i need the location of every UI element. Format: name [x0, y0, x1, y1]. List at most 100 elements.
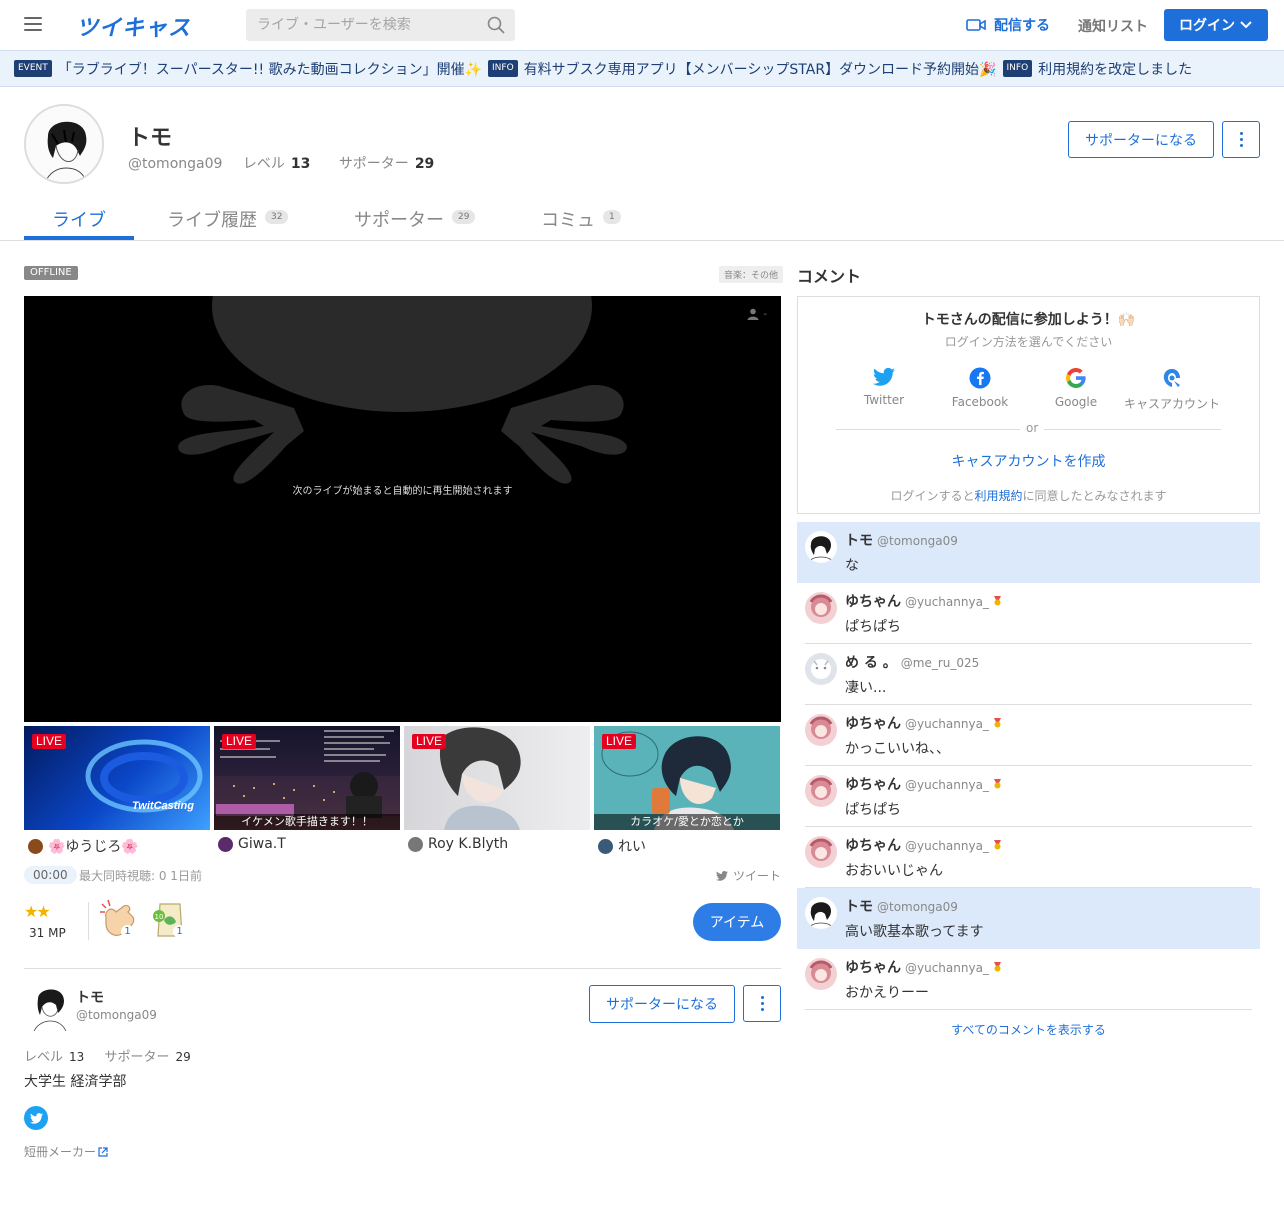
- comment-author[interactable]: ゆちゃん @yuchannya_: [845, 713, 1002, 733]
- person-icon: [747, 308, 759, 320]
- search-input[interactable]: [246, 9, 476, 41]
- top-header: ツイキャス 配信する 通知リスト ログイン: [0, 0, 1284, 50]
- comment-author-id: @yuchannya_: [905, 839, 989, 853]
- broadcast-button[interactable]: 配信する: [966, 15, 1050, 35]
- comment-author-name: ゆちゃん: [845, 960, 901, 976]
- comment-author-name: トモ: [845, 899, 873, 915]
- tab-live[interactable]: ライブ: [52, 196, 106, 241]
- comment-author[interactable]: ゆちゃん @yuchannya_: [845, 774, 1002, 794]
- avatar[interactable]: [805, 958, 837, 990]
- tab-supporters[interactable]: サポーター 29: [354, 196, 476, 241]
- twitcasting-watermark: TwitCasting: [132, 800, 194, 812]
- comment-text: ぱちぱち: [845, 619, 901, 635]
- profile-avatar[interactable]: [24, 104, 104, 184]
- thumbnail-user[interactable]: 🌸ゆうじろ🌸: [28, 836, 139, 856]
- site-logo[interactable]: ツイキャス: [76, 10, 191, 42]
- tanzaku-maker-link[interactable]: 短冊メーカー: [24, 1143, 108, 1160]
- comment-author-name: ゆちゃん: [845, 777, 901, 793]
- profile-meta: @tomonga09 レベル 13 サポーター 29: [128, 153, 458, 173]
- comments-heading: コメント: [797, 267, 862, 286]
- avatar[interactable]: [805, 836, 837, 868]
- comment-author[interactable]: トモ @tomonga09: [845, 896, 958, 916]
- more-options-button[interactable]: [743, 985, 781, 1022]
- tab-count: 29: [452, 210, 476, 224]
- section-divider: [24, 968, 781, 969]
- svg-text:10: 10: [155, 913, 164, 921]
- broadcast-label: 配信する: [994, 18, 1050, 34]
- bottom-profile-handle: @tomonga09: [76, 1008, 157, 1022]
- live-tag: LIVE: [602, 734, 637, 749]
- comment-text: おかえりーー: [845, 985, 929, 1001]
- ticker-item[interactable]: 有料サブスク専用アプリ【メンバーシップSTAR】ダウンロード予約開始🎉: [524, 59, 997, 79]
- sns-label: キャスアカウント: [1124, 397, 1221, 411]
- comment-author[interactable]: トモ @tomonga09: [845, 530, 958, 550]
- tab-count: 1: [603, 210, 621, 224]
- search-icon[interactable]: [487, 16, 505, 34]
- comment-author[interactable]: ゆちゃん @yuchannya_: [845, 591, 1002, 611]
- tweet-link[interactable]: ツイート: [716, 867, 781, 884]
- live-thumbnail[interactable]: LIVE: [404, 726, 590, 830]
- twitter-login-button[interactable]: Twitter: [836, 367, 932, 408]
- bottom-profile-name: トモ: [76, 990, 104, 1006]
- mp-value: 31 MP: [29, 926, 66, 940]
- comment-author-id: @yuchannya_: [905, 717, 989, 731]
- become-supporter-button[interactable]: サポーターになる: [1068, 121, 1214, 158]
- medal-icon: [993, 718, 1001, 728]
- divider: [805, 1009, 1252, 1010]
- tab-live-history[interactable]: ライブ履歴 32: [167, 196, 289, 241]
- ticker-item[interactable]: 利用規約を改定しました: [1038, 59, 1192, 79]
- comment-author-id: @me_ru_025: [900, 656, 980, 670]
- ticker-item[interactable]: 「ラブライブ！スーパースター!! 歌みた動画コレクション」開催✨: [58, 59, 482, 79]
- divider: [88, 902, 89, 940]
- item-count: 1: [173, 925, 186, 938]
- medal-icon: [993, 596, 1001, 606]
- thumbnail-user[interactable]: Giwa.T: [218, 836, 286, 852]
- clap-item[interactable]: 1: [98, 896, 138, 940]
- avatar[interactable]: [805, 897, 837, 929]
- level-value: 13: [69, 1050, 85, 1064]
- live-thumbnail[interactable]: LIVE イケメン歌手描きます！！: [214, 726, 400, 830]
- category-badge[interactable]: 音楽：その他: [719, 266, 784, 283]
- viewer-stats: 最大同時視聴: 0 1日前: [79, 869, 202, 883]
- live-tag: LIVE: [32, 734, 67, 749]
- offline-badge: OFFLINE: [24, 266, 78, 280]
- comment-item: ゆちゃん @yuchannya_ おおいいじゃん: [797, 827, 1260, 888]
- comment-item: トモ @tomonga09 高い歌基本歌ってます: [797, 888, 1260, 949]
- comment-author-id: @tomonga09: [877, 900, 958, 914]
- video-player[interactable]: - 次のライブが始まると自動的に再生開始されます: [24, 296, 781, 722]
- comment-author-name: トモ: [845, 533, 873, 549]
- create-account-link[interactable]: キャスアカウントを作成: [798, 451, 1259, 471]
- thumbnail-user[interactable]: れい: [598, 836, 646, 856]
- item-button[interactable]: アイテム: [693, 903, 781, 941]
- terms-link[interactable]: 利用規約: [974, 489, 1022, 503]
- menu-icon[interactable]: [24, 17, 42, 31]
- live-thumbnail[interactable]: LIVE TwitCasting: [24, 726, 210, 830]
- offline-mascot-silhouette: [178, 296, 627, 484]
- comment-author[interactable]: ゆちゃん @yuchannya_: [845, 835, 1002, 855]
- avatar[interactable]: [805, 653, 837, 685]
- notification-list-link[interactable]: 通知リスト: [1078, 16, 1148, 36]
- login-button[interactable]: ログイン: [1164, 9, 1268, 41]
- avatar[interactable]: [805, 531, 837, 563]
- more-options-button[interactable]: [1222, 121, 1260, 158]
- tab-community[interactable]: コミュ 1: [541, 196, 621, 241]
- comment-item: ゆちゃん @yuchannya_ おかえりーー: [797, 949, 1260, 1010]
- facebook-login-button[interactable]: Facebook: [932, 367, 1028, 410]
- tea-item[interactable]: 10 1: [150, 896, 190, 940]
- supporters-value: 29: [175, 1050, 191, 1064]
- twitter-profile-link[interactable]: [24, 1106, 48, 1130]
- viewer-count-value: -: [763, 308, 767, 320]
- live-thumbnail[interactable]: LIVE カラオケ/愛とか恋とか: [594, 726, 780, 830]
- avatar[interactable]: [805, 775, 837, 807]
- show-all-comments-link[interactable]: すべてのコメントを表示する: [797, 1021, 1260, 1038]
- comment-author[interactable]: め る 。 @me_ru_025: [845, 652, 979, 672]
- become-supporter-button[interactable]: サポーターになる: [589, 985, 735, 1023]
- avatar[interactable]: [805, 714, 837, 746]
- medal-icon: [993, 962, 1001, 972]
- comment-author[interactable]: ゆちゃん @yuchannya_: [845, 957, 1002, 977]
- avatar[interactable]: [805, 592, 837, 624]
- thumbnail-user[interactable]: Roy K.Blyth: [408, 836, 508, 852]
- google-login-button[interactable]: Google: [1028, 367, 1124, 410]
- avatar[interactable]: [30, 983, 70, 1031]
- cas-account-login-button[interactable]: キャスアカウント: [1124, 367, 1220, 412]
